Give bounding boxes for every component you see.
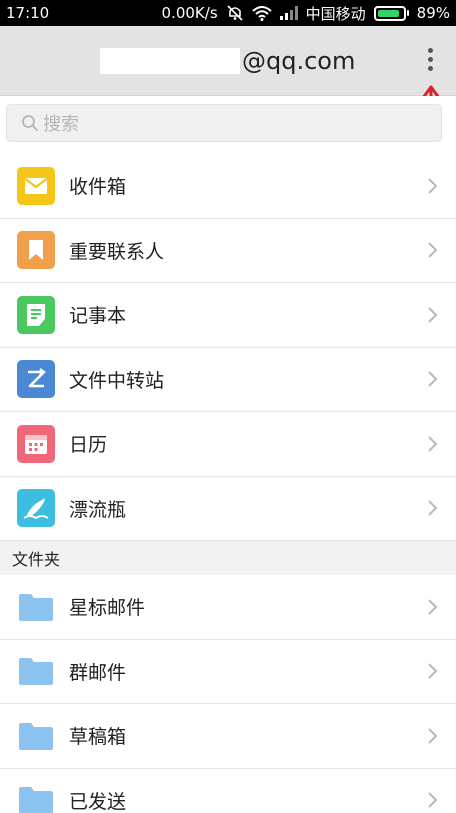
mailbox-label: 漂流瓶: [69, 498, 127, 521]
folder-label: 群邮件: [69, 661, 127, 684]
mailbox-list: 收件箱 重要联系人 记事本 文件中转站 日历 漂流瓶 文件夹 星标邮件 群邮件 …: [0, 154, 456, 813]
mailbox-important-contacts[interactable]: 重要联系人: [0, 218, 456, 283]
more-options-button[interactable]: [418, 42, 442, 76]
folder-sent[interactable]: 已发送: [0, 768, 456, 813]
folder-label: 已发送: [69, 790, 127, 813]
redacted-username: [100, 48, 240, 74]
status-bar: 17:10 0.00K/s 中国移动 89%: [0, 0, 456, 26]
folder-label: 草稿箱: [69, 726, 127, 749]
chevron-right-icon: [428, 500, 438, 516]
folder-icon: [19, 593, 53, 621]
battery-level: [377, 9, 400, 17]
folder-group-mail[interactable]: 群邮件: [0, 639, 456, 704]
mail-app: 17:10 0.00K/s 中国移动 89% @qq.com 搜索 收件箱 重要…: [0, 0, 456, 813]
chevron-right-icon: [428, 178, 438, 194]
calendar-icon: [17, 424, 55, 463]
mailbox-drift-bottle[interactable]: 漂流瓶: [0, 476, 456, 541]
mailbox-label: 日历: [69, 434, 108, 457]
chevron-right-icon: [428, 307, 438, 323]
battery-percent: 89%: [416, 4, 450, 22]
folders-section-header: 文件夹: [0, 541, 456, 575]
app-header: @qq.com: [0, 26, 456, 96]
signal-icon: [279, 6, 298, 20]
mailbox-file-transfer[interactable]: 文件中转站: [0, 347, 456, 412]
search-input[interactable]: 搜索: [6, 104, 442, 142]
mailbox-label: 重要联系人: [69, 240, 165, 263]
chevron-right-icon: [428, 436, 438, 452]
notepad-icon: [17, 295, 55, 334]
folder-icon: [19, 787, 53, 813]
mailbox-notepad[interactable]: 记事本: [0, 283, 456, 348]
bookmark-icon: [17, 231, 55, 270]
status-indicators: 0.00K/s 中国移动 89%: [162, 3, 450, 24]
folder-drafts[interactable]: 草稿箱: [0, 704, 456, 769]
chevron-right-icon: [428, 792, 438, 808]
network-speed: 0.00K/s: [161, 4, 218, 22]
account-email-suffix: @qq.com: [242, 47, 356, 75]
chevron-right-icon: [428, 663, 438, 679]
mailbox-label: 文件中转站: [69, 369, 165, 392]
carrier-name: 中国移动: [305, 4, 366, 23]
mailbox-label: 收件箱: [69, 176, 127, 199]
account-switcher[interactable]: @qq.com: [100, 44, 355, 78]
status-time: 17:10: [6, 4, 50, 22]
chevron-right-icon: [428, 242, 438, 258]
drift-bottle-icon: [17, 489, 55, 528]
folder-label: 星标邮件: [69, 597, 146, 620]
transfer-icon: [17, 360, 55, 399]
mailbox-label: 记事本: [69, 305, 127, 328]
search-placeholder: 搜索: [43, 114, 79, 135]
folder-icon: [19, 658, 53, 686]
folder-starred[interactable]: 星标邮件: [0, 575, 456, 640]
mute-icon: [226, 4, 244, 22]
battery-icon: [373, 5, 409, 21]
search-icon: [22, 115, 38, 131]
folder-icon: [19, 722, 53, 750]
mailbox-inbox[interactable]: 收件箱: [0, 154, 456, 219]
more-vertical-icon: [427, 47, 433, 53]
mailbox-calendar[interactable]: 日历: [0, 412, 456, 477]
search-area: 搜索: [0, 96, 456, 154]
wifi-icon: [251, 5, 272, 21]
envelope-icon: [17, 166, 55, 205]
chevron-right-icon: [428, 728, 438, 744]
chevron-right-icon: [428, 371, 438, 387]
chevron-right-icon: [428, 599, 438, 615]
